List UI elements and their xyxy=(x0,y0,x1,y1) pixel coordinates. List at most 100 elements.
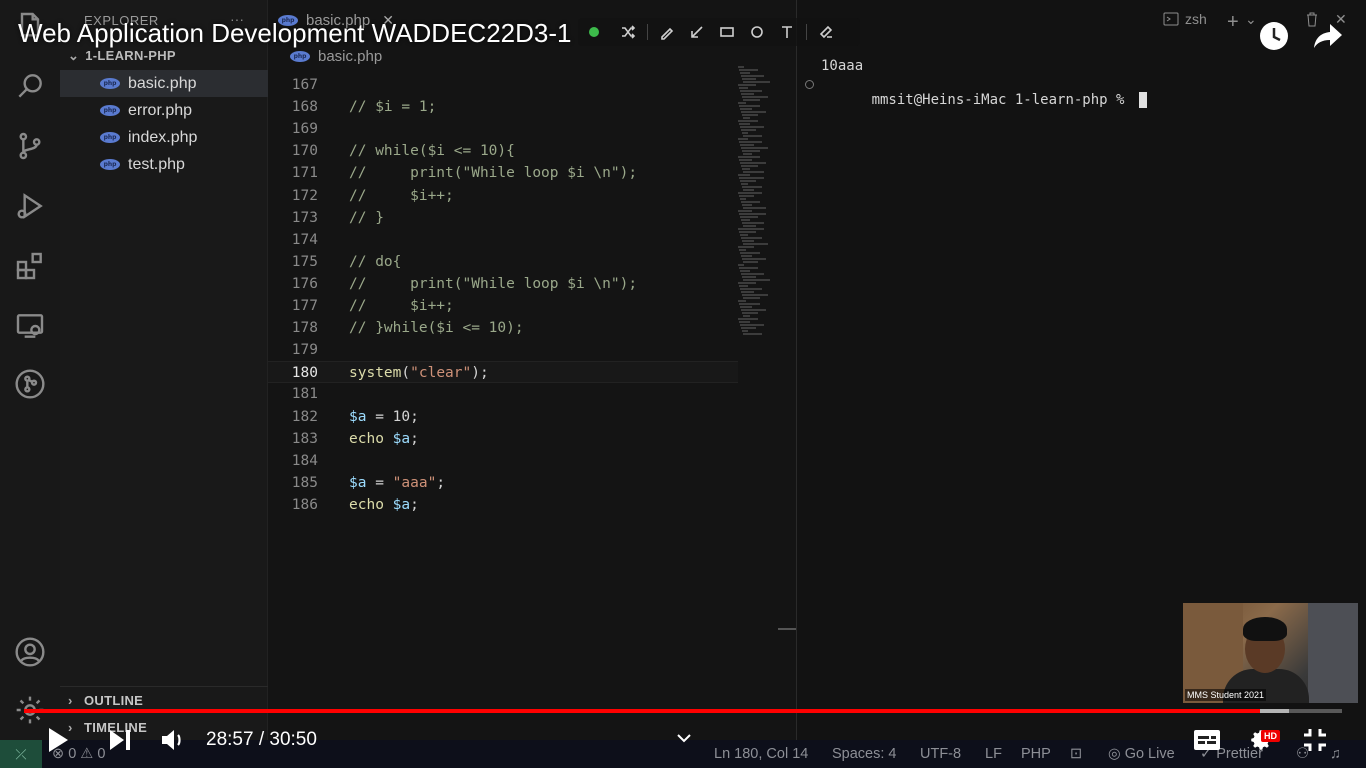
code-line[interactable]: 174 xyxy=(268,229,738,251)
minimap[interactable] xyxy=(738,66,780,346)
minimap-line xyxy=(742,240,754,242)
line-number: 173 xyxy=(291,209,318,226)
line-number: 176 xyxy=(291,275,318,292)
code-text: // print("While loop $i \n"); xyxy=(349,165,638,182)
feedback-icon[interactable]: ⊡ xyxy=(1070,746,1082,762)
volume-button[interactable] xyxy=(158,722,190,758)
minimap-line xyxy=(741,219,750,221)
file-item-basic-php[interactable]: php basic.php xyxy=(60,70,268,97)
play-button[interactable] xyxy=(42,722,74,758)
minimap-line xyxy=(743,297,760,299)
file-item-test-php[interactable]: php test.php xyxy=(60,151,268,178)
code-line[interactable]: 176 // print("While loop $i \n"); xyxy=(268,273,738,295)
run-debug-icon[interactable] xyxy=(12,188,48,224)
remote-indicator-icon[interactable]: ⤫ xyxy=(0,740,42,768)
code-line[interactable]: 184 xyxy=(268,450,738,472)
line-number: 175 xyxy=(291,253,318,270)
outline-section[interactable]: › OUTLINE xyxy=(68,693,143,708)
breadcrumb-file: basic.php xyxy=(318,48,383,65)
minimap-line xyxy=(742,114,758,116)
minimap-line xyxy=(740,288,762,290)
go-live-button[interactable]: ◎ Go Live xyxy=(1108,746,1175,762)
code-line[interactable]: 186 echo $a; xyxy=(268,494,738,516)
text-tool-icon[interactable] xyxy=(772,18,802,46)
language-mode[interactable]: PHP xyxy=(1021,746,1051,762)
minimap-line xyxy=(738,138,748,140)
arrow-icon[interactable] xyxy=(682,18,712,46)
minimap-line xyxy=(743,243,768,245)
minimap-line xyxy=(738,192,762,194)
new-terminal-plus-icon[interactable]: + xyxy=(1227,11,1239,34)
share-arrow-icon[interactable] xyxy=(1310,18,1346,54)
code-line[interactable]: 185 $a = "aaa"; xyxy=(268,472,738,494)
play-icon xyxy=(49,728,68,752)
minimap-line xyxy=(743,171,764,173)
watch-later-clock-icon[interactable] xyxy=(1256,18,1292,54)
code-line[interactable]: 182 $a = 10; xyxy=(268,406,738,428)
indentation[interactable]: Spaces: 4 xyxy=(832,746,897,762)
minimap-line xyxy=(738,102,746,104)
next-button[interactable] xyxy=(104,722,136,758)
file-label: basic.php xyxy=(128,74,197,92)
eraser-icon[interactable] xyxy=(811,18,841,46)
file-item-error-php[interactable]: php error.php xyxy=(60,97,268,124)
folder-1-learn-php[interactable]: ⌄ 1-LEARN-PHP xyxy=(68,48,176,64)
video-progress-bar[interactable] xyxy=(24,709,1342,713)
shuffle-icon[interactable] xyxy=(613,18,643,46)
code-text: // print("While loop $i \n"); xyxy=(349,275,638,292)
code-line[interactable]: 175 // do{ xyxy=(268,251,738,273)
skip-next-icon xyxy=(110,730,130,750)
git-graph-icon[interactable] xyxy=(12,366,48,402)
rectangle-icon[interactable] xyxy=(712,18,742,46)
source-control-icon[interactable] xyxy=(12,128,48,164)
code-editor[interactable]: php basic.php ✕ php basic.php 167 168// $… xyxy=(268,0,796,740)
code-line[interactable]: 168 // $i = 1; xyxy=(268,96,738,118)
video-title[interactable]: Web Application Development WADDEC22D3-1 xyxy=(18,18,571,49)
cursor-position[interactable]: Ln 180, Col 14 xyxy=(714,746,808,762)
captions-button[interactable] xyxy=(1190,722,1224,758)
minimap-line xyxy=(742,330,748,332)
end-of-line[interactable]: LF xyxy=(985,746,1002,762)
code-line[interactable]: 181 xyxy=(268,383,738,405)
minimap-line xyxy=(743,117,750,119)
minimap-line xyxy=(740,108,752,110)
account-icon[interactable] xyxy=(12,634,48,670)
circle-icon[interactable] xyxy=(742,18,772,46)
line-number: 167 xyxy=(291,77,318,93)
chevron-down-icon[interactable]: ⌄ xyxy=(1245,11,1257,28)
code-line[interactable]: 167 xyxy=(268,74,738,96)
code-text: // $i++; xyxy=(349,298,454,314)
code-line[interactable]: 172 // $i++; xyxy=(268,185,738,207)
code-line[interactable]: 179 xyxy=(268,339,738,361)
code-line[interactable]: 173 // } xyxy=(268,207,738,229)
breadcrumb[interactable]: php basic.php xyxy=(290,48,382,65)
code-text: // $i = 1; xyxy=(349,99,437,116)
video-frame[interactable]: EXPLORER ··· ⌄ 1-LEARN-PHP php basic.php … xyxy=(0,0,1366,768)
php-file-icon: php xyxy=(100,105,120,116)
code-line[interactable]: 177 // $i++; xyxy=(268,295,738,317)
pen-icon[interactable] xyxy=(652,18,682,46)
broadcast-icon: ◎ xyxy=(1108,746,1121,762)
code-line[interactable]: 169 xyxy=(268,118,738,140)
shell-label: zsh xyxy=(1185,11,1207,27)
remote-explorer-icon[interactable] xyxy=(12,308,48,344)
exit-fullscreen-button[interactable] xyxy=(1298,722,1332,758)
code-line[interactable]: 171 // print("While loop $i \n"); xyxy=(268,162,738,184)
search-icon[interactable] xyxy=(12,68,48,104)
scrollbar-thumb[interactable] xyxy=(778,628,796,630)
code-line[interactable]: 178 // }while($i <= 10); xyxy=(268,317,738,339)
terminal-prompt-line[interactable]: mmsit@Heins-iMac 1-learn-php % xyxy=(821,76,1147,124)
encoding[interactable]: UTF-8 xyxy=(920,746,961,762)
file-label: index.php xyxy=(128,128,198,146)
code-line[interactable]: 180 system("clear"); xyxy=(268,361,738,384)
extensions-icon[interactable] xyxy=(12,248,48,284)
minimap-line xyxy=(742,258,766,260)
code-text: // do{ xyxy=(349,253,402,270)
code-line[interactable]: 170 // while($i <= 10){ xyxy=(268,140,738,162)
terminal-shell-tab[interactable]: zsh xyxy=(1163,11,1207,27)
minimap-line xyxy=(742,204,752,206)
minimap-line xyxy=(739,177,764,179)
code-line[interactable]: 183 echo $a; xyxy=(268,428,738,450)
file-item-index-php[interactable]: php index.php xyxy=(60,124,268,151)
chapter-chevron-down-icon[interactable] xyxy=(672,726,696,750)
